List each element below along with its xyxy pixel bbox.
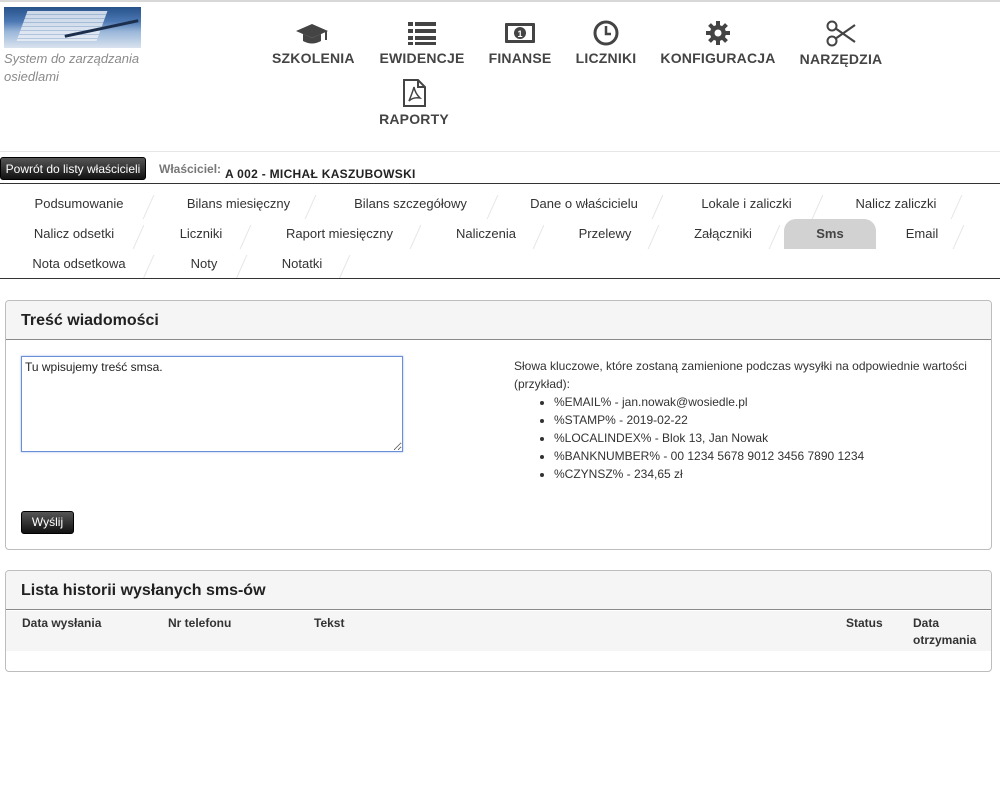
keyword-item: %EMAIL% - jan.nowak@wosiedle.pl: [554, 393, 864, 411]
tabs-bottom-border: [0, 278, 1000, 279]
col-nr-telefonu[interactable]: Nr telefonu: [168, 615, 231, 632]
owner-value: A 002 - MICHAŁ KASZUBOWSKI: [225, 167, 416, 181]
nav-raporty[interactable]: RAPORTY: [376, 79, 452, 127]
tab-bilans-szczegolowy[interactable]: Bilans szczegółowy: [322, 189, 513, 219]
col-status[interactable]: Status: [846, 615, 883, 632]
nav-narzedzia[interactable]: NARZĘDZIA: [798, 20, 884, 67]
message-panel: Treść wiadomości Tu wpisujemy treść smsa…: [5, 300, 992, 550]
gear-icon: [706, 21, 730, 45]
col-data-otrzymania[interactable]: Data otrzymania: [913, 615, 983, 649]
tab-zalaczniki[interactable]: Załączniki: [665, 219, 795, 249]
app-tagline: System do zarządzania osiedlami: [4, 51, 140, 84]
history-panel: Lista historii wysłanych sms-ów Data wys…: [5, 570, 992, 672]
tab-podsumowanie[interactable]: Podsumowanie: [3, 189, 169, 219]
history-table-header: Data wysłania Nr telefonu Tekst Status D…: [6, 611, 991, 651]
tabs-top-border: [0, 183, 1000, 184]
header-divider: [0, 151, 1000, 152]
col-data-wyslania[interactable]: Data wysłania: [22, 615, 101, 632]
back-to-owners-button[interactable]: Powrót do listy właścicieli: [0, 157, 146, 180]
nav-finanse[interactable]: 1 FINANSE: [485, 20, 555, 66]
nav-szkolenia[interactable]: SZKOLENIA: [272, 22, 355, 66]
clock-icon: [593, 20, 619, 46]
pdf-file-icon: [403, 79, 426, 107]
tab-noty[interactable]: Noty: [160, 249, 262, 279]
keywords-intro: Słowa kluczowe, które zostaną zamienione…: [514, 359, 967, 391]
tab-bilans-miesieczny[interactable]: Bilans miesięczny: [160, 189, 331, 219]
tab-dane-o-wlascicielu[interactable]: Dane o właścicielu: [504, 189, 678, 219]
sms-text-input[interactable]: Tu wpisujemy treść smsa.: [21, 356, 403, 452]
tab-nota-odsetkowa[interactable]: Nota odsetkowa: [3, 249, 169, 279]
col-tekst[interactable]: Tekst: [314, 615, 344, 632]
banknote-icon: 1: [505, 23, 535, 43]
keywords-list: %EMAIL% - jan.nowak@wosiedle.pl %STAMP% …: [536, 393, 864, 483]
scissors-icon: [826, 20, 856, 47]
message-panel-title: Treść wiadomości: [6, 301, 991, 340]
tab-nalicz-zaliczki[interactable]: Nalicz zaliczki: [829, 189, 977, 219]
tab-naliczenia[interactable]: Naliczenia: [427, 219, 559, 249]
tab-notatki[interactable]: Notatki: [253, 249, 365, 279]
list-icon: [408, 22, 436, 45]
tab-liczniki[interactable]: Liczniki: [150, 219, 266, 249]
keyword-item: %LOCALINDEX% - Blok 13, Jan Nowak: [554, 429, 864, 447]
nav-konfiguracja[interactable]: KONFIGURACJA: [658, 20, 778, 66]
tab-raport-miesieczny[interactable]: Raport miesięczny: [257, 219, 436, 249]
nav-liczniki[interactable]: LICZNIKI: [572, 20, 640, 66]
svg-text:1: 1: [517, 29, 522, 39]
graduation-cap-icon: [296, 24, 328, 44]
top-border: [0, 0, 1000, 2]
keyword-item: %BANKNUMBER% - 00 1234 5678 9012 3456 78…: [554, 447, 864, 465]
tab-nalicz-odsetki[interactable]: Nalicz odsetki: [3, 219, 159, 249]
app-logo[interactable]: [4, 7, 141, 48]
owner-label: Właściciel:: [159, 162, 222, 176]
tab-przelewy[interactable]: Przelewy: [550, 219, 674, 249]
send-button[interactable]: Wyślij: [21, 511, 74, 534]
nav-ewidencje[interactable]: EWIDENCJE: [378, 20, 466, 66]
history-panel-title: Lista historii wysłanych sms-ów: [6, 571, 991, 610]
tab-email[interactable]: Email: [879, 219, 979, 249]
keyword-item: %STAMP% - 2019-02-22: [554, 411, 864, 429]
tab-sms[interactable]: Sms: [784, 219, 876, 249]
keyword-item: %CZYNSZ% - 234,65 zł: [554, 465, 864, 483]
tab-lokale-i-zaliczki[interactable]: Lokale i zaliczki: [669, 189, 838, 219]
